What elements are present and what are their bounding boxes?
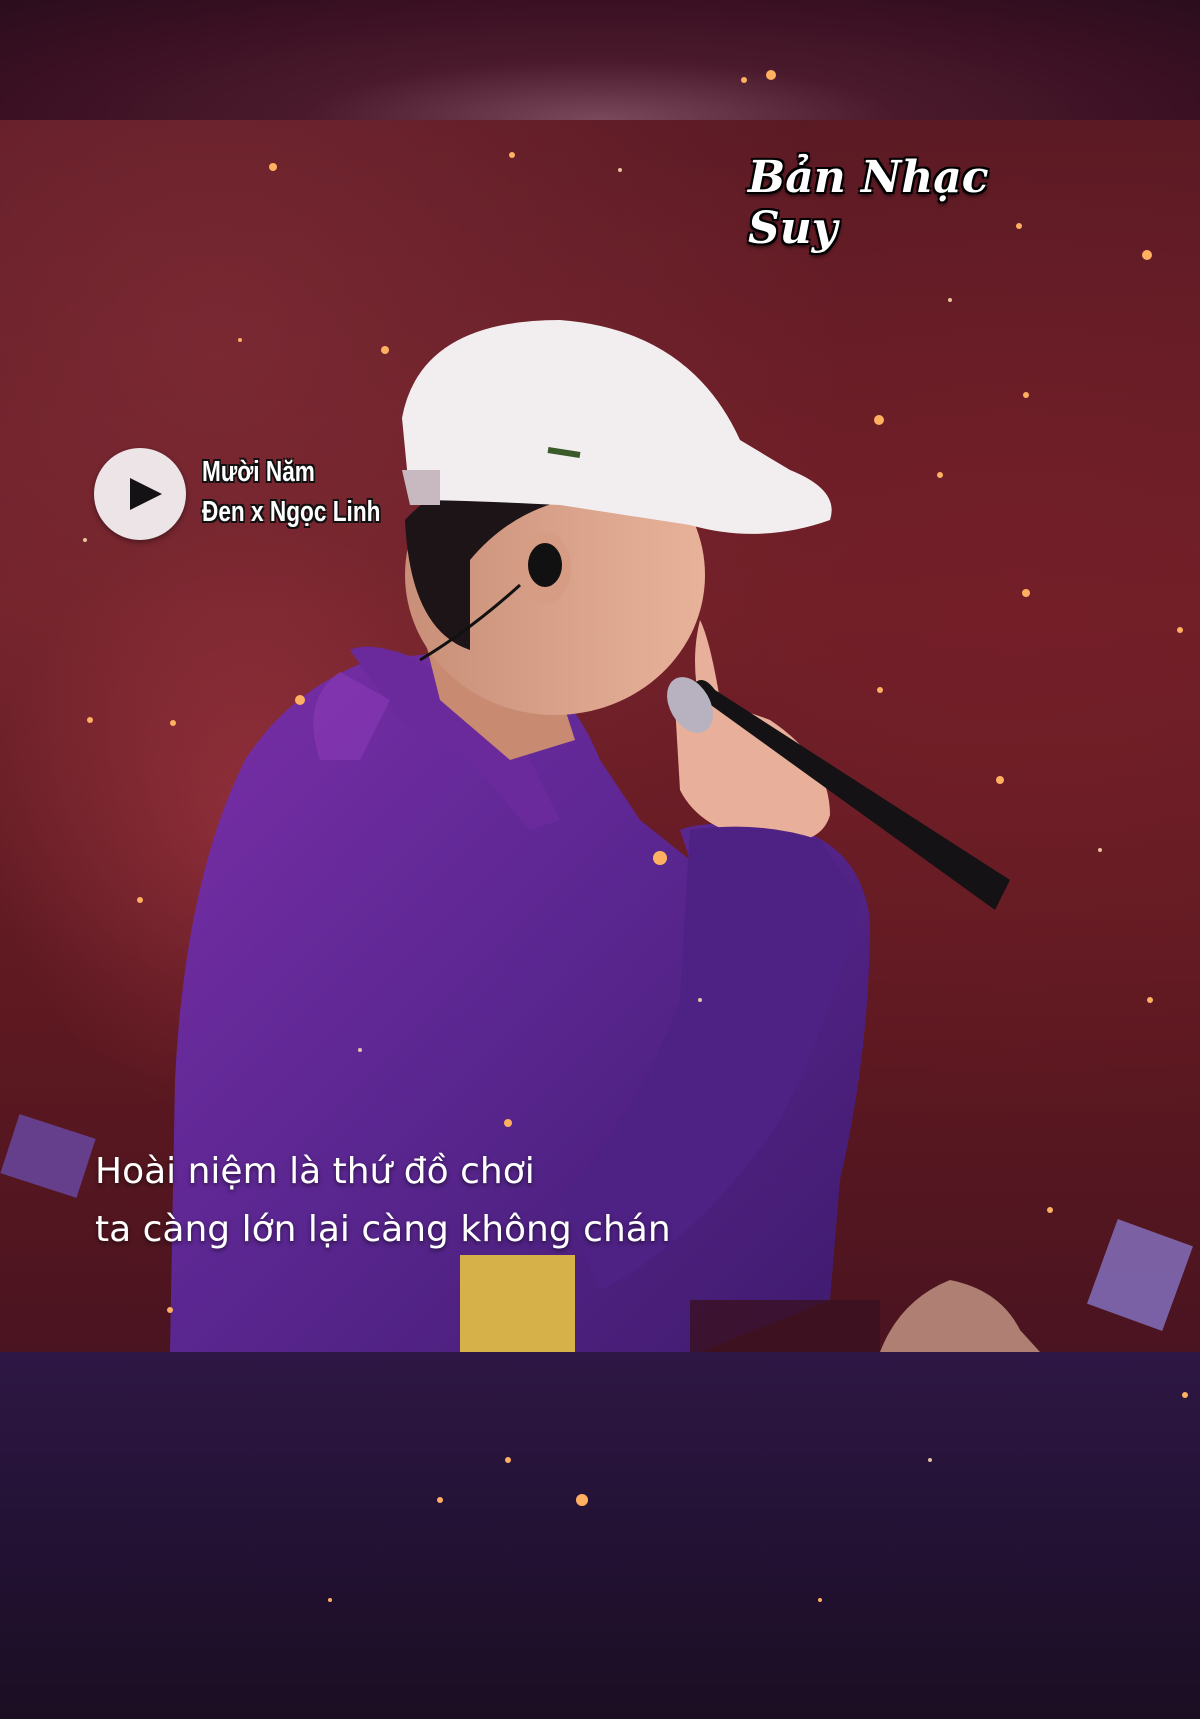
lyric-line-2: ta càng lớn lại càng không chán <box>95 1209 671 1250</box>
music-tag[interactable]: Mười Năm Đen x Ngọc Linh <box>94 448 414 544</box>
bottom-backdrop <box>0 1352 1200 1719</box>
play-icon <box>128 476 164 516</box>
brand-watermark: Bản Nhạc Suy <box>748 152 989 254</box>
song-title: Mười Năm <box>202 456 315 488</box>
lyrics-caption: Hoài niệm là thứ đồ chơi ta càng lớn lại… <box>95 1143 671 1259</box>
song-artist: Đen x Ngọc Linh <box>202 496 381 528</box>
top-backdrop <box>0 0 1200 120</box>
play-button[interactable] <box>94 448 186 540</box>
lyric-line-1: Hoài niệm là thứ đồ chơi <box>95 1151 535 1192</box>
